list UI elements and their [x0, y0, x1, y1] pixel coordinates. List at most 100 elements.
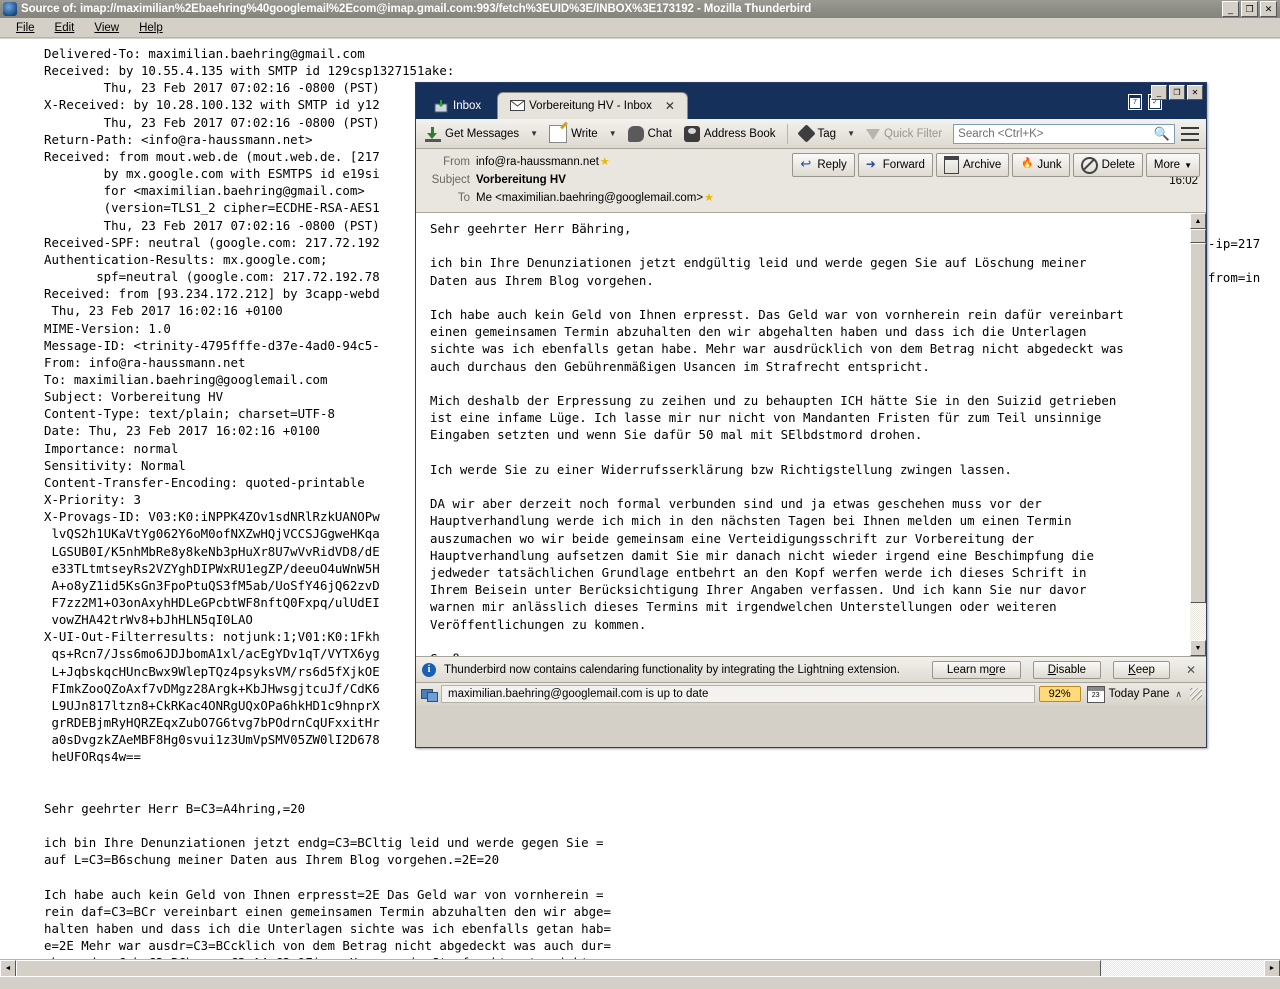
thunderbird-main-window: Inbox Vorbereitung HV - Inbox ✕ _ ❐ ✕ Ge…	[415, 82, 1207, 748]
delete-label: Delete	[1102, 159, 1135, 171]
keep-post: eep	[1136, 664, 1155, 676]
search-placeholder: Search <Ctrl+K>	[958, 128, 1154, 140]
calendar-icon[interactable]	[1087, 686, 1105, 703]
compose-icon	[549, 125, 567, 143]
thunderbird-icon	[3, 2, 17, 16]
notification-close-icon[interactable]: ✕	[1182, 663, 1200, 677]
tab-close-icon[interactable]: ✕	[665, 99, 675, 113]
scroll-left-arrow-icon[interactable]: ◄	[0, 960, 16, 977]
quota-badge[interactable]: 92%	[1039, 686, 1081, 702]
chevron-down-icon: ▼	[1184, 161, 1192, 170]
tag-dropdown-icon[interactable]: ▼	[843, 129, 859, 138]
menu-item-help[interactable]: Help	[129, 20, 173, 36]
download-icon	[425, 126, 441, 142]
today-pane-toggle-icon[interactable]: ∧	[1175, 689, 1186, 700]
chat-button[interactable]: Chat	[623, 124, 677, 144]
star-icon[interactable]: ★	[600, 155, 610, 168]
status-bar: maximilian.baehring@googlemail.com is up…	[416, 683, 1206, 705]
tb-minimize-button[interactable]: _	[1151, 85, 1167, 100]
network-status-icon	[421, 687, 437, 701]
tag-button[interactable]: Tag	[794, 124, 842, 143]
disable-key: D	[1048, 664, 1056, 676]
scroll-down-arrow-icon[interactable]: ▼	[1190, 640, 1206, 656]
toolbar-separator	[787, 124, 788, 144]
scroll-right-arrow-icon[interactable]: ►	[1264, 960, 1280, 977]
minimize-button[interactable]: _	[1222, 1, 1239, 17]
tab-message-vorbereitung-hv[interactable]: Vorbereitung HV - Inbox ✕	[497, 92, 688, 119]
search-input[interactable]: Search <Ctrl+K> 🔍	[953, 124, 1175, 144]
source-window-title: Source of: imap://maximilian%2Ebaehring%…	[21, 3, 1222, 15]
quick-filter-button[interactable]: Quick Filter	[861, 125, 947, 142]
source-window-menubar: File Edit View Help	[0, 18, 1280, 38]
menu-item-help-label: Help	[139, 22, 163, 34]
junk-label: Junk	[1037, 159, 1061, 171]
calendar-tab-icon[interactable]	[1128, 94, 1142, 110]
junk-button[interactable]: Junk	[1012, 153, 1069, 177]
tab-inbox[interactable]: Inbox	[424, 93, 491, 119]
info-icon: i	[422, 663, 436, 677]
menu-item-edit[interactable]: Edit	[45, 20, 85, 36]
disable-button[interactable]: Disable	[1033, 661, 1101, 679]
tb-restore-button[interactable]: ❐	[1169, 85, 1185, 100]
to-value[interactable]: Me <maximilian.baehring@googlemail.com>	[476, 192, 703, 204]
from-value[interactable]: info@ra-haussmann.net	[476, 156, 599, 168]
address-book-label: Address Book	[704, 128, 776, 140]
archive-icon	[944, 156, 959, 174]
maximize-button[interactable]: ❐	[1241, 1, 1258, 17]
notification-text: Thunderbird now contains calendaring fun…	[444, 664, 920, 676]
learn-more-button[interactable]: Learn more	[932, 661, 1021, 679]
message-action-buttons: Reply Forward Archive Junk Delete More ▼	[792, 153, 1200, 177]
junk-icon	[1020, 159, 1033, 172]
source-window-titlebar: Source of: imap://maximilian%2Ebaehring%…	[0, 0, 1280, 18]
forward-icon	[866, 159, 879, 172]
menu-item-file[interactable]: File	[6, 20, 45, 36]
tab-message-label: Vorbereitung HV - Inbox	[529, 100, 652, 112]
reply-icon	[800, 159, 813, 172]
menu-item-edit-label: Edit	[55, 22, 75, 34]
write-dropdown-icon[interactable]: ▼	[605, 129, 621, 138]
delete-button[interactable]: Delete	[1073, 153, 1143, 177]
resize-grip[interactable]	[1190, 688, 1202, 700]
keep-button[interactable]: Keep	[1113, 661, 1170, 679]
menu-item-file-label: File	[16, 22, 35, 34]
more-button[interactable]: More ▼	[1146, 153, 1200, 177]
today-pane-label[interactable]: Today Pane	[1109, 688, 1172, 700]
funnel-icon	[866, 129, 880, 140]
hscroll-thumb[interactable]	[16, 960, 1101, 977]
get-messages-button[interactable]: Get Messages	[420, 124, 524, 144]
star-icon-to[interactable]: ★	[704, 191, 714, 204]
notification-bar: i Thunderbird now contains calendaring f…	[416, 657, 1206, 683]
get-messages-dropdown-icon[interactable]: ▼	[526, 129, 542, 138]
header-row-to: To Me <maximilian.baehring@googlemail.co…	[422, 190, 1200, 205]
forward-label: Forward	[883, 159, 925, 171]
subject-label: Subject	[422, 174, 476, 186]
app-menu-icon[interactable]	[1181, 127, 1199, 141]
menu-item-view[interactable]: View	[84, 20, 129, 36]
thunderbird-window-controls: _ ❐ ✕	[1151, 85, 1203, 100]
status-text: maximilian.baehring@googlemail.com is up…	[441, 685, 1035, 703]
message-body-pane[interactable]: Sehr geehrter Herr Bähring, ich bin Ihre…	[416, 213, 1206, 657]
message-body-scrollbar[interactable]: ▲ ▼	[1190, 213, 1206, 656]
source-text-right-fragment: -ip=217 from=in	[1208, 235, 1260, 286]
search-icon[interactable]: 🔍	[1154, 126, 1170, 142]
quick-filter-label: Quick Filter	[884, 128, 942, 140]
address-book-icon	[684, 126, 700, 142]
address-book-button[interactable]: Address Book	[679, 124, 781, 144]
tag-label: Tag	[818, 128, 837, 140]
tb-close-button[interactable]: ✕	[1187, 85, 1203, 100]
write-button[interactable]: Write	[544, 123, 603, 145]
vscroll-thumb[interactable]	[1190, 243, 1206, 603]
scroll-up-arrow-icon[interactable]: ▲	[1190, 213, 1206, 229]
forward-button[interactable]: Forward	[858, 153, 933, 177]
chat-bubble-icon	[628, 126, 644, 142]
get-messages-label: Get Messages	[445, 128, 519, 140]
source-horizontal-scrollbar[interactable]: ◄ ►	[0, 959, 1280, 977]
menu-item-view-label: View	[94, 22, 119, 34]
reply-button[interactable]: Reply	[792, 153, 854, 177]
from-label: From	[422, 156, 476, 168]
delete-icon	[1081, 157, 1098, 174]
hscroll-track[interactable]	[16, 960, 1264, 977]
archive-button[interactable]: Archive	[936, 153, 1009, 177]
archive-label: Archive	[963, 159, 1001, 171]
close-button[interactable]: ✕	[1260, 1, 1277, 17]
